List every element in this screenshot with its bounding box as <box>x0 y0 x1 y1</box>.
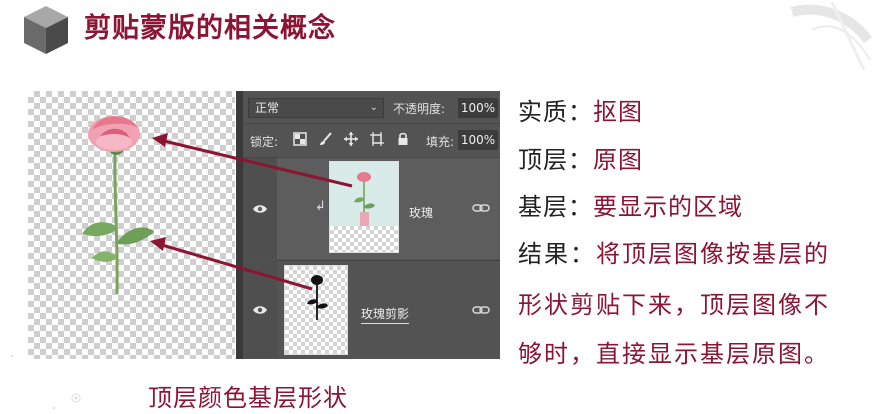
fill-label: 填充: <box>426 135 455 149</box>
layer-name-silhouette[interactable]: 玫瑰剪影 <box>361 305 410 324</box>
definition-term: 顶层： <box>518 146 593 174</box>
result-line-1: 结果：将顶层图像按基层的 <box>518 234 830 269</box>
layer-thumbnail-silhouette[interactable] <box>284 265 348 355</box>
lock-brush-icon[interactable] <box>318 131 334 147</box>
lock-transparency-icon[interactable] <box>292 131 308 147</box>
artboard-icon[interactable] <box>369 131 385 147</box>
result-text: 将顶层图像按基层的 <box>596 240 830 268</box>
link-icon <box>472 306 490 314</box>
result-line-3: 够时，直接显示基层原图。 <box>518 340 830 368</box>
silhouette-thumbnail-icon <box>307 275 328 320</box>
move-icon[interactable] <box>343 131 359 147</box>
definition-value: 要显示的区域 <box>593 193 743 221</box>
layer-thumbnail-rose[interactable] <box>329 161 399 253</box>
opacity-input[interactable]: 100% <box>458 98 498 118</box>
chevron-down-icon: ⌄ <box>369 102 378 113</box>
definition-essence: 实质：抠图 <box>518 92 643 127</box>
eye-icon[interactable] <box>252 305 268 315</box>
result-term: 结果： <box>518 240 596 268</box>
decorative-dots <box>10 354 81 410</box>
thumbnail-transparent-area <box>330 226 398 252</box>
link-icon <box>472 204 490 212</box>
definition-term: 基层： <box>518 193 593 221</box>
rose-thumbnail-icon <box>354 172 375 226</box>
definition-base-layer: 基层：要显示的区域 <box>518 187 743 222</box>
image-caption: 顶层颜色基层形状 <box>148 384 348 412</box>
definition-value: 原图 <box>593 146 643 174</box>
lock-icon[interactable] <box>395 131 411 147</box>
eye-icon[interactable] <box>252 204 268 214</box>
cube-icon <box>24 6 68 54</box>
lock-label: 锁定: <box>250 135 279 149</box>
divider <box>243 123 500 124</box>
page-title: 剪贴蒙版的相关概念 <box>84 13 336 44</box>
decorative-swirl <box>790 1 872 71</box>
layer-name-rose[interactable]: 玫瑰 <box>409 204 433 221</box>
blend-mode-select[interactable]: 正常 ⌄ <box>248 98 384 118</box>
result-line-2: 形状剪贴下来，顶层图像不 <box>518 291 830 319</box>
fill-input[interactable]: 100% <box>458 130 498 150</box>
definition-value: 抠图 <box>593 98 643 126</box>
rose-image <box>82 116 154 295</box>
definition-top-layer: 顶层：原图 <box>518 140 643 175</box>
definition-term: 实质： <box>518 98 593 126</box>
opacity-label: 不透明度: <box>393 102 446 116</box>
panel-divider <box>236 91 243 359</box>
clip-arrow-icon: ↲ <box>315 199 326 214</box>
blend-mode-value: 正常 <box>255 101 280 115</box>
